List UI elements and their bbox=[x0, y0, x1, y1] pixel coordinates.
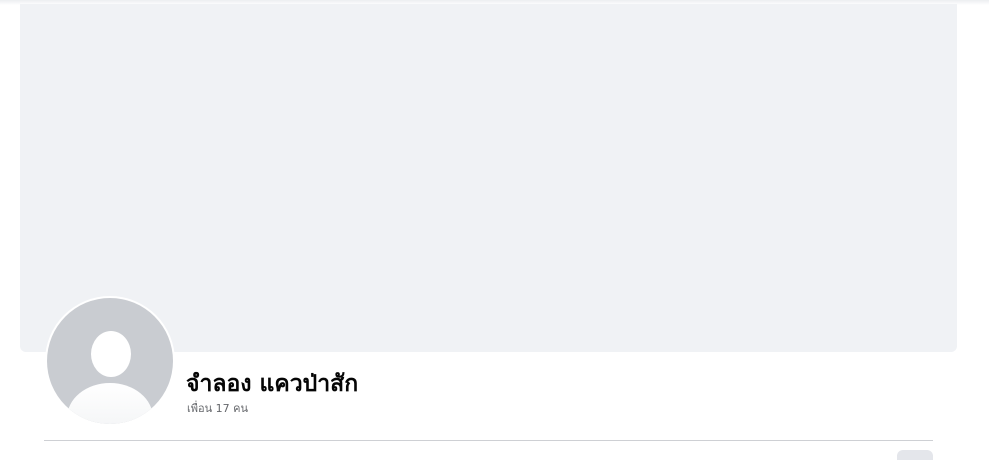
default-avatar-icon bbox=[47, 298, 173, 424]
profile-name: จำลอง แควป่าสัก bbox=[186, 371, 359, 397]
profile-avatar[interactable] bbox=[45, 296, 175, 426]
cover-photo[interactable] bbox=[20, 4, 957, 352]
friends-count-link[interactable]: เพื่อน 17 คน bbox=[187, 402, 248, 416]
avatar-head-shape bbox=[91, 331, 131, 377]
avatar-body-shape bbox=[67, 383, 153, 424]
more-options-button[interactable] bbox=[897, 450, 933, 460]
header-divider bbox=[44, 440, 933, 441]
